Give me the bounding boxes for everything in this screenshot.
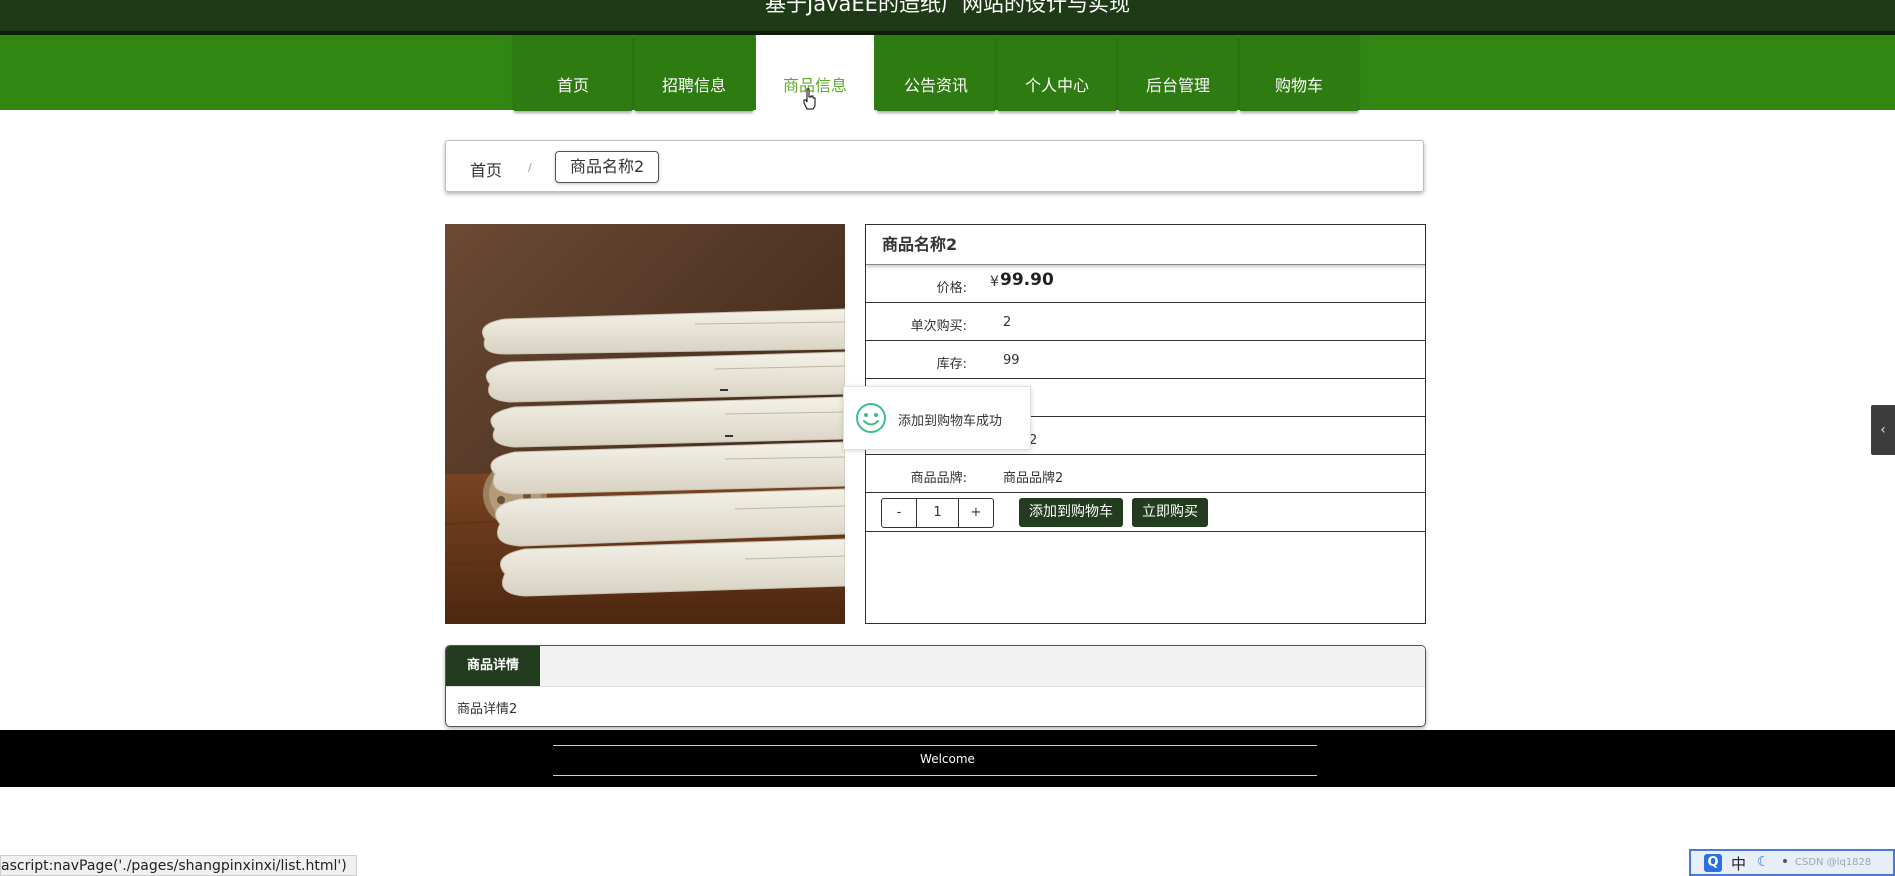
product-details-section: 商品详情 商品详情2 xyxy=(445,645,1426,727)
footer: Welcome xyxy=(0,730,1895,787)
title-bar: 基于JavaEE的造纸厂网站的设计与实现 xyxy=(0,0,1895,35)
ime-dot-icon xyxy=(1783,859,1787,863)
nav-item-news[interactable]: 公告资讯 xyxy=(877,35,995,111)
brand-label: 商品品牌: xyxy=(910,471,967,486)
moon-icon[interactable]: ☾ xyxy=(1757,854,1770,870)
details-content: 商品详情2 xyxy=(457,702,518,717)
price-value: 99.90 xyxy=(1000,270,1054,290)
toast-message: 添加到购物车成功 xyxy=(898,414,1003,429)
toast-notification: 添加到购物车成功 xyxy=(843,386,1031,450)
nav-item-label: 公告资讯 xyxy=(903,76,968,95)
ime-toolbar[interactable]: Q 中 ☾ CSDN @lq1828 xyxy=(1689,849,1895,876)
site-title: 基于JavaEE的造纸厂网站的设计与实现 xyxy=(765,0,1130,16)
stock-value: 99 xyxy=(1003,353,1020,368)
footer-text: Welcome xyxy=(920,752,975,766)
ime-logo-icon[interactable]: Q xyxy=(1704,854,1722,872)
footer-divider-top xyxy=(553,745,1317,746)
stock-row: 库存: 99 xyxy=(866,341,1425,379)
hand-cursor-icon xyxy=(803,88,816,110)
details-tabbar: 商品详情 xyxy=(446,646,1425,687)
breadcrumb-current: 商品名称2 xyxy=(555,151,660,183)
price-currency: ¥ xyxy=(990,274,999,290)
brand-row: 商品品牌: 商品品牌2 xyxy=(866,455,1425,493)
breadcrumb-home[interactable]: 首页 xyxy=(470,157,502,181)
product-image xyxy=(445,224,845,624)
smile-icon xyxy=(856,403,886,433)
nav-item-label: 个人中心 xyxy=(1024,76,1089,95)
nav-item-profile[interactable]: 个人中心 xyxy=(998,35,1116,111)
watermark: CSDN @lq1828 xyxy=(1795,857,1872,868)
price-label: 价格: xyxy=(936,281,967,296)
min-purchase-label: 单次购买: xyxy=(910,319,967,334)
nav-item-recruitment[interactable]: 招聘信息 xyxy=(635,35,753,111)
nav-item-admin[interactable]: 后台管理 xyxy=(1119,35,1237,111)
nav-item-label: 后台管理 xyxy=(1145,76,1210,95)
nav-item-label: 首页 xyxy=(556,76,589,95)
brand-value: 商品品牌2 xyxy=(1003,471,1064,486)
quantity-input[interactable]: 1 xyxy=(916,499,959,527)
browser-status-bar: ascript:navPage('./pages/shangpinxinxi/l… xyxy=(0,855,357,876)
breadcrumb: 首页 / 商品名称2 xyxy=(445,140,1424,192)
buy-now-button[interactable]: 立即购买 xyxy=(1132,498,1208,527)
action-row: - 1 + 添加到购物车 立即购买 xyxy=(866,493,1425,532)
min-purchase-value: 2 xyxy=(1003,315,1012,330)
nav-item-label: 招聘信息 xyxy=(661,76,726,95)
main-nav: 首页 招聘信息 商品信息 公告资讯 个人中心 后台管理 购物车 xyxy=(0,35,1895,111)
side-panel-toggle[interactable]: ‹ xyxy=(1871,405,1895,455)
ime-language-toggle[interactable]: 中 xyxy=(1731,853,1746,874)
tab-product-details[interactable]: 商品详情 xyxy=(446,646,540,686)
add-to-cart-button[interactable]: 添加到购物车 xyxy=(1019,498,1123,527)
quantity-decrease-button[interactable]: - xyxy=(882,499,916,527)
footer-divider-bottom xyxy=(553,775,1317,776)
nav-item-label: 购物车 xyxy=(1274,76,1323,95)
quantity-increase-button[interactable]: + xyxy=(959,499,993,527)
stock-label: 库存: xyxy=(936,357,967,372)
nav-item-cart[interactable]: 购物车 xyxy=(1240,35,1358,111)
breadcrumb-separator: / xyxy=(528,161,532,174)
min-purchase-row: 单次购买: 2 xyxy=(866,303,1425,341)
quantity-stepper: - 1 + xyxy=(881,498,994,528)
product-name: 商品名称2 xyxy=(866,225,1425,265)
nav-item-home[interactable]: 首页 xyxy=(514,35,632,111)
price-row: 价格: ¥ 99.90 xyxy=(866,265,1425,303)
